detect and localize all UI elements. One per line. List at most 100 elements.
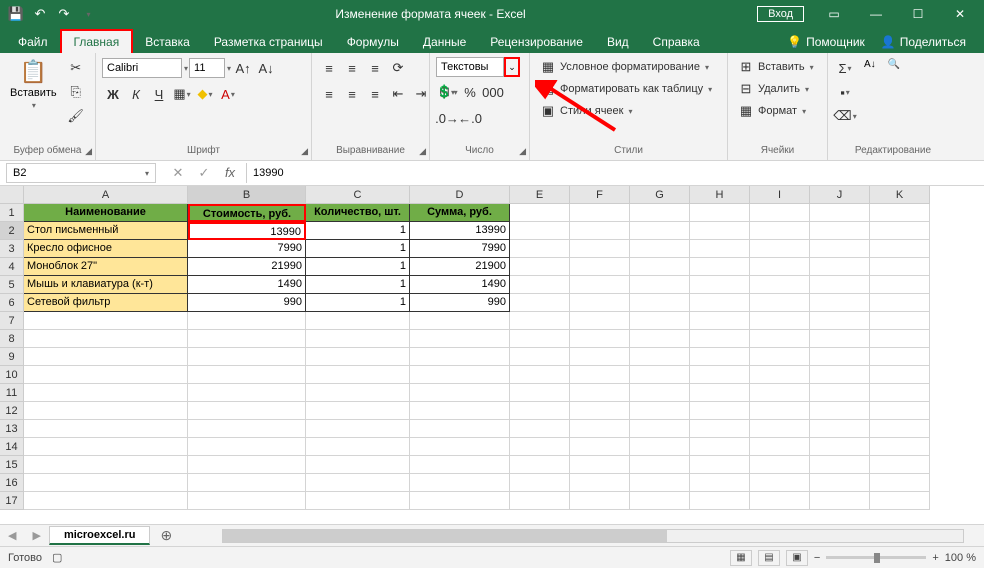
empty-cell[interactable]	[306, 384, 410, 402]
empty-cell[interactable]	[188, 492, 306, 510]
empty-cell[interactable]	[510, 240, 570, 258]
undo-icon[interactable]: ↶	[30, 4, 50, 24]
empty-cell[interactable]	[570, 384, 630, 402]
tab-page-layout[interactable]: Разметка страницы	[202, 31, 335, 53]
formula-input[interactable]: 13990	[246, 163, 984, 183]
empty-cell[interactable]	[306, 366, 410, 384]
row-header-3[interactable]: 3	[0, 240, 24, 258]
data-cell[interactable]: 990	[410, 294, 510, 312]
horizontal-scrollbar[interactable]	[222, 529, 964, 543]
header-cell[interactable]: Сумма, руб.	[410, 204, 510, 222]
row-header-11[interactable]: 11	[0, 384, 24, 402]
empty-cell[interactable]	[810, 384, 870, 402]
row-header-6[interactable]: 6	[0, 294, 24, 312]
col-header-d[interactable]: D	[410, 186, 510, 204]
col-header-e[interactable]: E	[510, 186, 570, 204]
zoom-out-icon[interactable]: −	[814, 552, 820, 564]
data-cell[interactable]: Кресло офисное	[24, 240, 188, 258]
empty-cell[interactable]	[306, 456, 410, 474]
empty-cell[interactable]	[410, 492, 510, 510]
zoom-in-icon[interactable]: +	[932, 552, 938, 564]
empty-cell[interactable]	[870, 384, 930, 402]
empty-cell[interactable]	[630, 366, 690, 384]
empty-cell[interactable]	[690, 240, 750, 258]
empty-cell[interactable]	[570, 240, 630, 258]
empty-cell[interactable]	[570, 474, 630, 492]
conditional-formatting-button[interactable]: ▦Условное форматирование▾	[536, 57, 716, 77]
empty-cell[interactable]	[570, 420, 630, 438]
empty-cell[interactable]	[570, 348, 630, 366]
sheet-nav-prev-icon[interactable]: ◀	[0, 529, 24, 542]
empty-cell[interactable]	[188, 348, 306, 366]
row-header-7[interactable]: 7	[0, 312, 24, 330]
empty-cell[interactable]	[810, 204, 870, 222]
comma-format-icon[interactable]: 000	[482, 81, 504, 103]
increase-decimal-icon[interactable]: .0→	[436, 107, 458, 129]
tell-me-button[interactable]: 💡 Помощник	[779, 31, 873, 53]
empty-cell[interactable]	[570, 276, 630, 294]
maximize-icon[interactable]: ☐	[898, 3, 938, 25]
empty-cell[interactable]	[630, 312, 690, 330]
enter-formula-icon[interactable]: ✓	[192, 165, 216, 181]
empty-cell[interactable]	[570, 492, 630, 510]
col-header-k[interactable]: K	[870, 186, 930, 204]
empty-cell[interactable]	[810, 312, 870, 330]
cells-grid[interactable]: НаименованиеСтоимость, руб.Количество, ш…	[24, 204, 930, 510]
empty-cell[interactable]	[410, 312, 510, 330]
data-cell[interactable]: 13990	[410, 222, 510, 240]
font-launcher-icon[interactable]: ◢	[301, 146, 308, 157]
fx-icon[interactable]: fx	[218, 165, 242, 181]
empty-cell[interactable]	[810, 240, 870, 258]
empty-cell[interactable]	[188, 420, 306, 438]
data-cell[interactable]: 1	[306, 222, 410, 240]
empty-cell[interactable]	[570, 438, 630, 456]
data-cell[interactable]: 7990	[188, 240, 306, 258]
empty-cell[interactable]	[750, 312, 810, 330]
format-cells-button[interactable]: ▦Формат▾	[734, 101, 818, 121]
row-header-4[interactable]: 4	[0, 258, 24, 276]
empty-cell[interactable]	[750, 366, 810, 384]
paste-button[interactable]: 📋 Вставить ▾	[6, 57, 61, 145]
empty-cell[interactable]	[870, 294, 930, 312]
empty-cell[interactable]	[810, 330, 870, 348]
empty-cell[interactable]	[690, 294, 750, 312]
empty-cell[interactable]	[630, 330, 690, 348]
empty-cell[interactable]	[870, 456, 930, 474]
empty-cell[interactable]	[410, 456, 510, 474]
data-cell[interactable]: 1490	[188, 276, 306, 294]
row-header-17[interactable]: 17	[0, 492, 24, 510]
redo-icon[interactable]: ↷	[54, 4, 74, 24]
empty-cell[interactable]	[690, 222, 750, 240]
empty-cell[interactable]	[870, 258, 930, 276]
data-cell[interactable]: 1	[306, 240, 410, 258]
select-all-corner[interactable]	[0, 186, 24, 204]
empty-cell[interactable]	[188, 312, 306, 330]
empty-cell[interactable]	[750, 222, 810, 240]
empty-cell[interactable]	[870, 438, 930, 456]
decrease-decimal-icon[interactable]: ←.0	[459, 107, 481, 129]
empty-cell[interactable]	[690, 312, 750, 330]
empty-cell[interactable]	[630, 456, 690, 474]
sheet-tab[interactable]: microexcel.ru	[49, 526, 151, 545]
empty-cell[interactable]	[810, 492, 870, 510]
data-cell[interactable]: Моноблок 27"	[24, 258, 188, 276]
empty-cell[interactable]	[750, 474, 810, 492]
empty-cell[interactable]	[630, 474, 690, 492]
empty-cell[interactable]	[306, 438, 410, 456]
empty-cell[interactable]	[690, 204, 750, 222]
font-color-button[interactable]: A▾	[217, 83, 239, 105]
empty-cell[interactable]	[24, 348, 188, 366]
empty-cell[interactable]	[750, 456, 810, 474]
empty-cell[interactable]	[630, 402, 690, 420]
fill-icon[interactable]: ▪▾	[834, 81, 856, 103]
empty-cell[interactable]	[24, 456, 188, 474]
empty-cell[interactable]	[630, 204, 690, 222]
login-button[interactable]: Вход	[757, 6, 804, 22]
empty-cell[interactable]	[750, 384, 810, 402]
empty-cell[interactable]	[570, 222, 630, 240]
empty-cell[interactable]	[750, 240, 810, 258]
empty-cell[interactable]	[188, 384, 306, 402]
bold-button[interactable]: Ж	[102, 83, 124, 105]
number-format-dropdown-icon[interactable]: ⌄	[504, 57, 520, 77]
view-page-break-icon[interactable]: ▣	[786, 550, 808, 566]
